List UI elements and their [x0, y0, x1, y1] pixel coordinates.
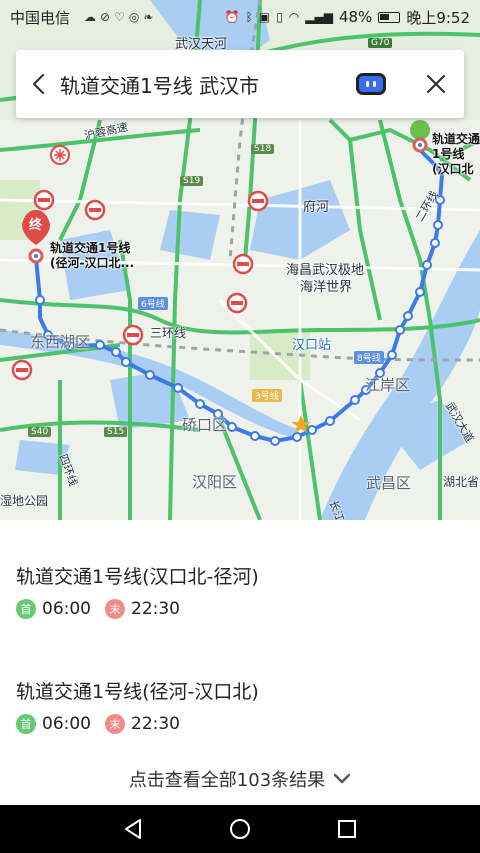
- signal-icon: ▂▄▆: [305, 10, 333, 24]
- square-recents-icon: [337, 820, 356, 838]
- first-train-time: 06:00: [42, 599, 91, 619]
- start-station-label[interactable]: 轨道交通1号线(汉口北: [432, 132, 480, 177]
- search-bar[interactable]: 轨道交通1号线 武汉市: [16, 50, 464, 118]
- snowflake-icon: [50, 145, 70, 165]
- operating-hours: 首 06:00 末 22:30: [16, 599, 464, 619]
- system-navigation-bar: [0, 805, 480, 853]
- first-train-badge: 首: [16, 599, 36, 619]
- nav-home-button[interactable]: [220, 809, 260, 849]
- bluetooth-icon: ᛒ: [245, 10, 253, 24]
- nfc-icon: ▣: [258, 10, 271, 24]
- no-entry-icon: [122, 324, 144, 346]
- result-item[interactable]: 轨道交通1号线(汉口北-径河) 首 06:00 末 22:30: [16, 562, 464, 619]
- road-badge: S15: [104, 427, 128, 437]
- district-label: 东西湖区: [30, 333, 91, 351]
- metro-badge: 6号线: [138, 297, 168, 310]
- map-label: 湿地公园: [0, 494, 49, 508]
- results-panel: 轨道交通1号线(汉口北-径河) 首 06:00 末 22:30 轨道交通1号线(…: [0, 520, 480, 805]
- no-entry-icon: [11, 359, 33, 381]
- show-all-results-link[interactable]: 点击查看全部103条结果: [0, 766, 480, 792]
- battery-icon: [378, 11, 401, 23]
- search-query[interactable]: 轨道交通1号线 武汉市: [60, 70, 356, 99]
- map-label: 汉口站: [292, 338, 332, 353]
- last-train-time: 22:30: [131, 599, 180, 619]
- end-marker-label: 终: [29, 218, 43, 233]
- chevron-down-icon: [333, 773, 351, 784]
- carrier-label: 中国电信: [10, 8, 71, 27]
- operating-hours: 首 06:00 末 22:30: [16, 714, 464, 734]
- nav-back-button[interactable]: [113, 809, 153, 849]
- last-train-badge: 末: [105, 714, 125, 734]
- road-badge: S18: [251, 144, 275, 154]
- map-label: 海洋世界: [300, 280, 353, 295]
- end-station-label[interactable]: 轨道交通1号线 (径河-汉口北...: [50, 241, 134, 271]
- vibrate-icon: ▯: [276, 10, 283, 24]
- metro-badge: 8号线: [354, 351, 384, 364]
- battery-level: 48%: [338, 8, 373, 26]
- start-station-line1: 轨道交通1号线(汉口北: [432, 132, 480, 176]
- close-button[interactable]: [414, 50, 458, 118]
- no-entry-icon: [226, 292, 248, 314]
- last-train-badge: 末: [105, 599, 125, 619]
- notification-icons: ☁ ⊘ ♡ ◎ ❧: [84, 10, 153, 24]
- signal-off-icon: ⊘: [100, 10, 111, 24]
- voice-assistant-icon[interactable]: [356, 73, 386, 95]
- road-badge: S19: [180, 176, 204, 186]
- road-badge: S40: [28, 427, 52, 437]
- no-entry-icon: [33, 189, 55, 211]
- last-train-time: 22:30: [131, 714, 180, 734]
- circle-home-icon: [229, 819, 250, 839]
- district-label: 硚口区: [182, 416, 228, 434]
- cloud-icon: ☁: [84, 10, 97, 24]
- no-entry-icon: [84, 199, 106, 221]
- status-bar: 中国电信 ☁ ⊘ ♡ ◎ ❧ ⏰ ᛒ ▣ ▯ ◠ ▂▄▆ 48% 晚上9:52: [0, 0, 480, 34]
- close-icon: [426, 74, 446, 94]
- leaf-icon: ❧: [143, 10, 154, 24]
- first-train-time: 06:00: [42, 714, 91, 734]
- back-button[interactable]: [16, 50, 60, 118]
- road-badge: G70: [368, 38, 393, 48]
- map-label: 三环线: [150, 326, 187, 340]
- no-entry-icon: [247, 190, 269, 212]
- nav-recents-button[interactable]: [327, 809, 367, 849]
- district-label: 江岸区: [365, 376, 411, 394]
- triangle-back-icon: [125, 819, 142, 839]
- map-label: 府河: [303, 200, 330, 215]
- clock: 晚上9:52: [406, 8, 470, 27]
- back-arrow-icon: [32, 73, 45, 95]
- result-title: 轨道交通1号线(汉口北-径河): [16, 566, 259, 588]
- map-label: 湖北省: [443, 475, 480, 489]
- end-station-line1: 轨道交通1号线: [50, 241, 131, 255]
- shield-icon: ♡: [114, 10, 125, 24]
- no-entry-icon: [232, 253, 254, 275]
- result-item[interactable]: 轨道交通1号线(径河-汉口北) 首 06:00 末 22:30: [16, 677, 464, 734]
- alarm-icon: ⏰: [224, 10, 240, 24]
- result-title: 轨道交通1号线(径河-汉口北): [16, 681, 259, 703]
- wechat-icon: ◎: [128, 10, 140, 24]
- metro-badge: 3号线: [252, 389, 282, 402]
- first-train-badge: 首: [16, 714, 36, 734]
- start-marker-icon: [410, 120, 430, 153]
- district-label: 武昌区: [366, 474, 412, 492]
- district-label: 汉阳区: [192, 473, 238, 491]
- wifi-icon: ◠: [288, 10, 300, 24]
- end-station-line2: (径河-汉口北...: [50, 256, 135, 270]
- show-all-results-label: 点击查看全部103条结果: [128, 770, 326, 791]
